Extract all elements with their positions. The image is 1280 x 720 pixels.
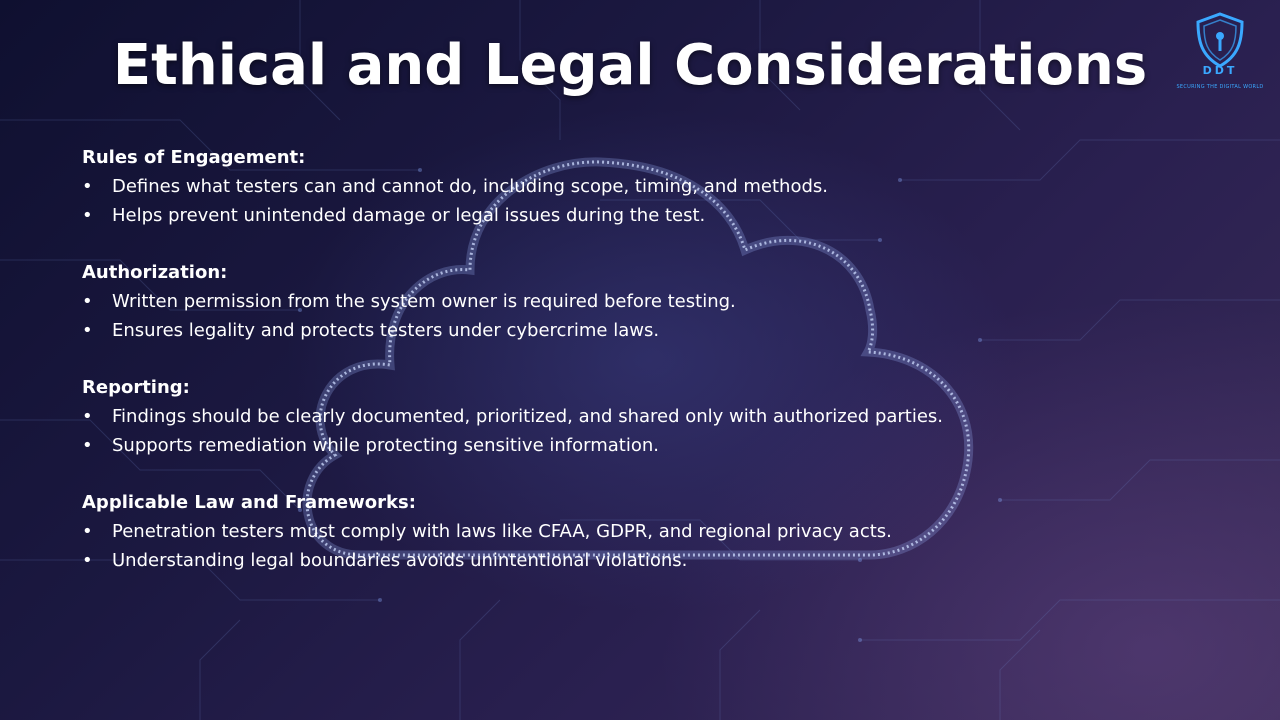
bullet-item: • Understanding legal boundaries avoids … (82, 546, 1182, 575)
section-applicable-law-and-frameworks: Applicable Law and Frameworks: • Penetra… (82, 488, 1182, 575)
bullet-item: • Written permission from the system own… (82, 287, 1182, 316)
bullet-list: • Penetration testers must comply with l… (82, 517, 1182, 575)
section-heading: Applicable Law and Frameworks: (82, 492, 416, 513)
bullet-icon: • (82, 521, 93, 542)
section-heading: Rules of Engagement: (82, 147, 306, 168)
bullet-text: Supports remediation while protecting se… (112, 435, 659, 456)
logo-tagline: SECURING THE DIGITAL WORLD (1176, 84, 1264, 90)
bullet-text: Penetration testers must comply with law… (112, 521, 892, 542)
section-authorization: Authorization: • Written permission from… (82, 258, 1182, 345)
bullet-text: Helps prevent unintended damage or legal… (112, 205, 706, 226)
bullet-list: • Written permission from the system own… (82, 287, 1182, 345)
bullet-item: • Ensures legality and protects testers … (82, 316, 1182, 345)
bullet-item: • Defines what testers can and cannot do… (82, 172, 1182, 201)
slide: Ethical and Legal Considerations DDT SEC… (0, 0, 1280, 720)
bullet-icon: • (82, 291, 93, 312)
bullet-icon: • (82, 435, 93, 456)
bullet-icon: • (82, 176, 93, 197)
bullet-icon: • (82, 550, 93, 571)
section-heading: Authorization: (82, 262, 228, 283)
shield-keyhole-icon (1196, 12, 1244, 68)
bullet-item: • Penetration testers must comply with l… (82, 517, 1182, 546)
section-reporting: Reporting: • Findings should be clearly … (82, 373, 1182, 460)
bullet-text: Understanding legal boundaries avoids un… (112, 550, 688, 571)
logo-text: DDT (1202, 64, 1238, 77)
content-body: Rules of Engagement: • Defines what test… (82, 143, 1182, 603)
bullet-item: • Supports remediation while protecting … (82, 431, 1182, 460)
bullet-icon: • (82, 406, 93, 427)
bullet-item: • Helps prevent unintended damage or leg… (82, 201, 1182, 230)
bullet-list: • Defines what testers can and cannot do… (82, 172, 1182, 230)
bullet-text: Written permission from the system owner… (112, 291, 736, 312)
bullet-icon: • (82, 320, 93, 341)
bullet-item: • Findings should be clearly documented,… (82, 402, 1182, 431)
section-heading: Reporting: (82, 377, 190, 398)
slide-title: Ethical and Legal Considerations (112, 33, 1148, 98)
section-rules-of-engagement: Rules of Engagement: • Defines what test… (82, 143, 1182, 230)
bullet-text: Defines what testers can and cannot do, … (112, 176, 828, 197)
bullet-icon: • (82, 205, 93, 226)
bullet-text: Ensures legality and protects testers un… (112, 320, 660, 341)
bullet-text: Findings should be clearly documented, p… (112, 406, 944, 427)
bullet-list: • Findings should be clearly documented,… (82, 402, 1182, 460)
